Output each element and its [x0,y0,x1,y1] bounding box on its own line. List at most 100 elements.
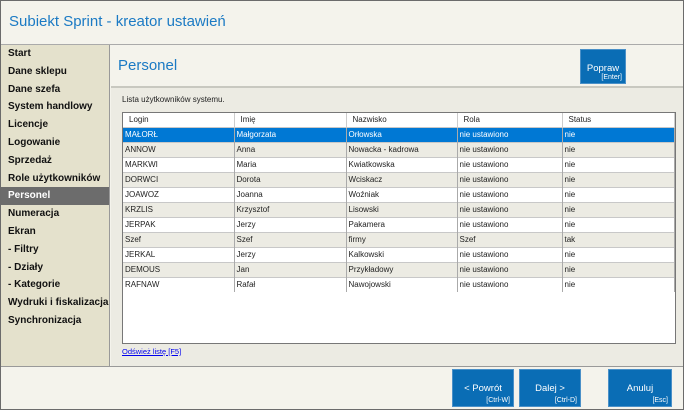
page-header: Personel Popraw [Enter] [111,45,683,88]
table-cell: ANNOW [123,141,235,157]
sidebar-item[interactable]: Ekran [1,223,109,241]
sidebar-item[interactable]: Dane sklepu [1,63,109,81]
column-header[interactable]: Nazwisko [346,113,458,127]
page-title: Personel [118,57,178,74]
table-cell: Szef [123,231,235,247]
table-cell: Przykładowy [346,261,458,277]
back-button[interactable]: < Powrót [Ctrl-W] [452,369,514,407]
table-row[interactable]: DEMOUS Jan Przykładowy nie ustawiono nie [123,261,675,277]
table-cell: KRZLIS [123,201,235,217]
sidebar-item[interactable]: Licencje [1,116,109,134]
sidebar-item[interactable]: Logowanie [1,134,109,152]
column-header[interactable]: Status [562,113,675,127]
sidebar-item[interactable]: Synchronizacja [1,312,109,330]
cancel-button[interactable]: Anuluj [Esc] [608,369,672,407]
table-cell: nie ustawiono [457,216,563,232]
back-button-shortcut: [Ctrl-W] [486,397,510,404]
table-cell: nie [562,246,675,262]
table-header-row: Login Imię Nazwisko Rola Status [123,113,675,127]
table-cell: nie [562,216,675,232]
sidebar-item[interactable]: Wydruki i fiskalizacja [1,294,109,312]
table-cell: Jan [234,261,347,277]
table-row[interactable]: MARKWI Maria Kwiatkowska nie ustawiono nie [123,156,675,172]
table-row[interactable]: KRZLIS Krzysztof Lisowski nie ustawiono nie [123,201,675,217]
cancel-button-label: Anuluj [626,383,654,394]
table-cell: Jerzy [234,246,347,262]
table-cell: Dorota [234,171,347,187]
table-cell: nie ustawiono [457,201,563,217]
table-cell: Szef [234,231,347,247]
sidebar-item[interactable]: Start [1,45,109,63]
table-cell: Kwiatkowska [346,156,458,172]
table-cell: nie ustawiono [457,246,563,262]
list-description: Lista użytkowników systemu. [122,95,225,104]
sidebar-item[interactable]: - Kategorie [1,276,109,294]
footer-bar: < Powrót [Ctrl-W] Dalej > [Ctrl-D] Anulu… [1,366,683,409]
table-row[interactable]: Szef Szef firmy Szef tak [123,231,675,247]
table-cell: JERKAL [123,246,235,262]
sidebar-item[interactable]: System handlowy [1,98,109,116]
table-cell: Maria [234,156,347,172]
table-cell: DORWCI [123,171,235,187]
table-row[interactable]: MAŁORŁ Małgorzata Orłowska nie ustawiono nie [123,126,675,142]
table-cell: RAFNAW [123,276,235,292]
table-cell: Orłowska [346,126,458,142]
table-cell: nie ustawiono [457,141,563,157]
table-cell: MAŁORŁ [123,126,235,142]
table-row[interactable]: JERKAL Jerzy Kalkowski nie ustawiono nie [123,246,675,262]
table-cell: JOAWOZ [123,186,235,202]
next-button-label: Dalej > [535,383,565,394]
table-row[interactable]: ANNOW Anna Nowacka - kadrowa nie ustawiono n… [123,141,675,157]
table-cell: MARKWI [123,156,235,172]
edit-button-shortcut: [Enter] [601,74,622,81]
table-cell: nie [562,171,675,187]
table-cell: nie ustawiono [457,276,563,292]
table-cell: nie ustawiono [457,261,563,277]
table-cell: DEMOUS [123,261,235,277]
column-header[interactable]: Login [123,113,235,127]
sidebar-item[interactable]: Personel [1,187,109,206]
next-button[interactable]: Dalej > [Ctrl-D] [519,369,581,407]
sidebar-item[interactable]: - Działy [1,259,109,277]
table-cell: Nawojowski [346,276,458,292]
table-row[interactable]: DORWCI Dorota Wciskacz nie ustawiono nie [123,171,675,187]
window-title: Subiekt Sprint - kreator ustawień [9,13,226,30]
table-row[interactable]: JOAWOZ Joanna Woźniak nie ustawiono nie [123,186,675,202]
sidebar-item[interactable]: - Filtry [1,241,109,259]
wizard-window: Subiekt Sprint - kreator ustawień Start D… [0,0,684,410]
sidebar-item[interactable]: Numeracja [1,205,109,223]
table-cell: nie ustawiono [457,186,563,202]
sidebar-item[interactable]: Dane szefa [1,81,109,99]
column-header[interactable]: Rola [457,113,563,127]
sidebar-item[interactable]: Role użytkowników [1,170,109,188]
column-header[interactable]: Imię [234,113,347,127]
table-cell: Pakamera [346,216,458,232]
table-cell: Woźniak [346,186,458,202]
table-cell: Małgorzata [234,126,347,142]
sidebar-nav: Start Dane sklepu Dane szefa System handlow… [1,45,110,366]
table-cell: Kalkowski [346,246,458,262]
table-cell: Krzysztof [234,201,347,217]
table-cell: Lisowski [346,201,458,217]
edit-button-label: Popraw [586,63,620,74]
table-row[interactable]: RAFNAW Rafał Nawojowski nie ustawiono nie [123,276,675,292]
table-cell: Joanna [234,186,347,202]
main-panel: Personel Popraw [Enter] Lista użytkownik… [111,45,683,366]
table-cell: tak [562,231,675,247]
table-cell: nie [562,201,675,217]
table-cell: nie ustawiono [457,126,563,142]
table-cell: nie [562,276,675,292]
table-cell: Wciskacz [346,171,458,187]
table-cell: Szef [457,231,563,247]
table-cell: nie [562,126,675,142]
edit-button[interactable]: Popraw [Enter] [580,49,626,84]
refresh-list-link[interactable]: Odśwież listę [F5] [122,347,181,356]
sidebar-item[interactable]: Sprzedaż [1,152,109,170]
table-cell: nie [562,141,675,157]
table-row[interactable]: JERPAK Jerzy Pakamera nie ustawiono nie [123,216,675,232]
users-table: Login Imię Nazwisko Rola Status MAŁORŁ Małgor… [122,112,676,344]
table-cell: nie [562,261,675,277]
table-cell: Jerzy [234,216,347,232]
table-cell: nie [562,156,675,172]
table-cell: nie [562,186,675,202]
